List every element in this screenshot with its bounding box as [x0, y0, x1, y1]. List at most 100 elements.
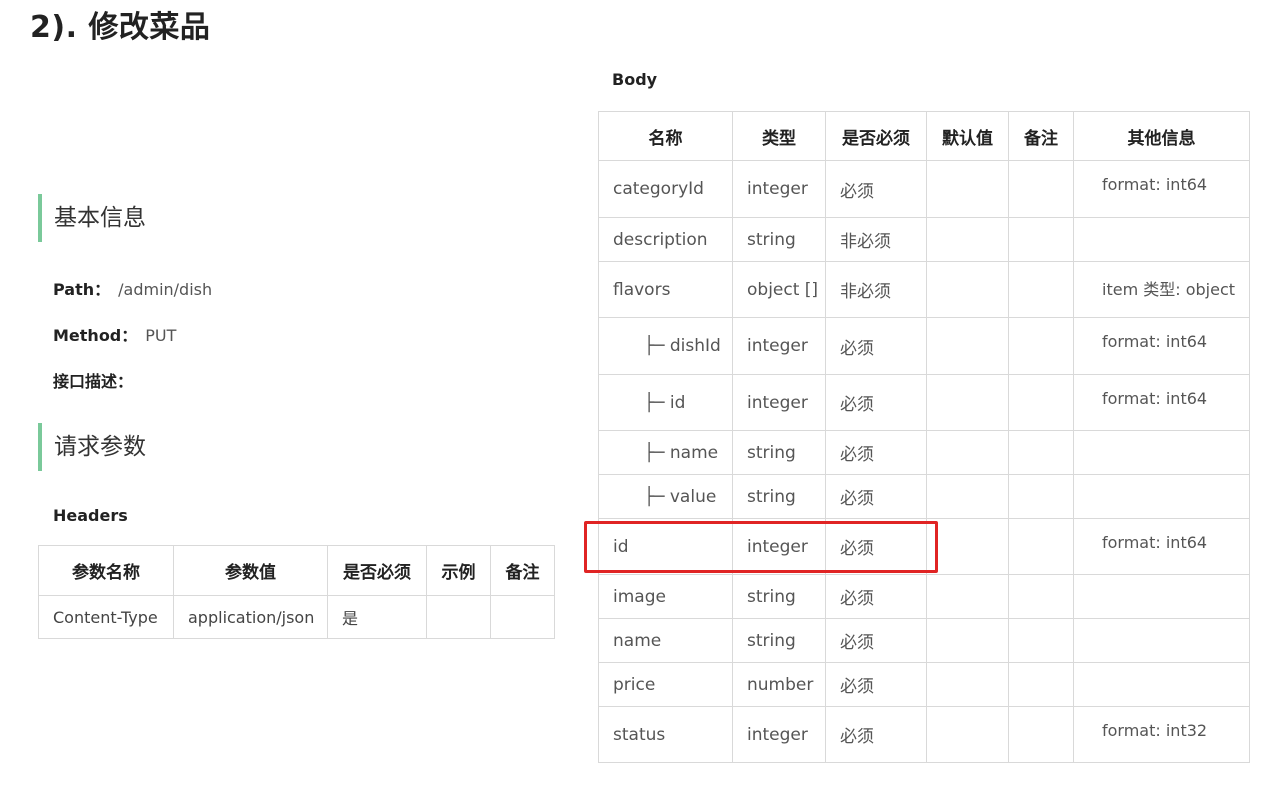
- body-param-default: [926, 518, 1009, 575]
- body-param-required: 非必须: [825, 217, 927, 262]
- path-value: /admin/dish: [118, 280, 213, 299]
- body-param-default: [926, 160, 1009, 218]
- body-param-required: 必须: [825, 474, 927, 519]
- body-param-default: [926, 618, 1009, 663]
- body-param-name: description: [598, 217, 733, 262]
- header-col: 示例: [426, 545, 491, 596]
- body-param-info: format: int32: [1073, 706, 1250, 763]
- body-param-name: price: [598, 662, 733, 707]
- header-param-example: [426, 595, 491, 639]
- body-param-name: ├─ id: [598, 374, 733, 431]
- body-param-type: number: [732, 662, 826, 707]
- body-param-default: [926, 430, 1009, 475]
- body-col: 备注: [1008, 111, 1074, 161]
- body-param-type: string: [732, 618, 826, 663]
- body-param-note: [1008, 518, 1074, 575]
- body-param-type: integer: [732, 374, 826, 431]
- body-param-name: categoryId: [598, 160, 733, 218]
- body-param-type: object []: [732, 261, 826, 318]
- body-title: Body: [612, 70, 658, 89]
- body-param-default: [926, 574, 1009, 619]
- body-param-info: format: int64: [1073, 374, 1250, 431]
- body-param-name: status: [598, 706, 733, 763]
- headers-title: Headers: [53, 506, 128, 525]
- body-param-note: [1008, 474, 1074, 519]
- table-row: categoryId integer 必须 format: int64: [598, 160, 1250, 218]
- body-param-type: integer: [732, 706, 826, 763]
- body-param-note: [1008, 618, 1074, 663]
- section-request-params: 请求参数: [38, 423, 146, 471]
- header-col: 是否必须: [327, 545, 427, 596]
- body-param-type: integer: [732, 160, 826, 218]
- body-param-required: 必须: [825, 160, 927, 218]
- header-param-required: 是: [327, 595, 427, 639]
- body-param-default: [926, 217, 1009, 262]
- body-param-info: [1073, 574, 1250, 619]
- body-param-name: flavors: [598, 261, 733, 318]
- method-label: Method：: [53, 326, 138, 345]
- page-title: 2). 修改菜品: [30, 10, 211, 45]
- body-param-note: [1008, 574, 1074, 619]
- body-param-required: 必须: [825, 662, 927, 707]
- table-row: price number 必须: [598, 662, 1250, 707]
- headers-table-header: 参数名称 参数值 是否必须 示例 备注: [38, 545, 555, 596]
- body-param-type: integer: [732, 518, 826, 575]
- body-param-info: format: int64: [1073, 518, 1250, 575]
- body-param-name: id: [598, 518, 733, 575]
- body-param-note: [1008, 217, 1074, 262]
- table-row: ├─ id integer 必须 format: int64: [598, 374, 1250, 431]
- method-row: Method： PUT: [53, 322, 176, 346]
- section-basic-info: 基本信息: [38, 194, 146, 242]
- body-param-info: [1073, 430, 1250, 475]
- body-param-default: [926, 374, 1009, 431]
- body-param-required: 必须: [825, 618, 927, 663]
- body-param-required: 必须: [825, 374, 927, 431]
- body-param-note: [1008, 430, 1074, 475]
- body-col: 是否必须: [825, 111, 927, 161]
- description-row: 接口描述：: [53, 368, 133, 392]
- table-row: id integer 必须 format: int64: [598, 518, 1250, 575]
- body-param-default: [926, 662, 1009, 707]
- body-table-header: 名称 类型 是否必须 默认值 备注 其他信息: [598, 111, 1250, 161]
- body-param-default: [926, 261, 1009, 318]
- body-table: 名称 类型 是否必须 默认值 备注 其他信息 categoryId intege…: [598, 111, 1250, 763]
- body-param-default: [926, 474, 1009, 519]
- body-param-default: [926, 317, 1009, 375]
- body-param-note: [1008, 662, 1074, 707]
- table-row: ├─ name string 必须: [598, 430, 1250, 475]
- header-col: 参数名称: [38, 545, 174, 596]
- body-param-name: ├─ dishId: [598, 317, 733, 375]
- body-param-info: format: int64: [1073, 160, 1250, 218]
- table-row: status integer 必须 format: int32: [598, 706, 1250, 763]
- body-param-required: 必须: [825, 574, 927, 619]
- body-col: 类型: [732, 111, 826, 161]
- header-param-note: [490, 595, 555, 639]
- header-param-name: Content-Type: [38, 595, 174, 639]
- body-param-name: ├─ name: [598, 430, 733, 475]
- body-param-note: [1008, 317, 1074, 375]
- body-param-info: item 类型: object: [1073, 261, 1250, 318]
- table-row: description string 非必须: [598, 217, 1250, 262]
- table-row: Content-Type application/json 是: [38, 595, 555, 639]
- body-param-info: [1073, 217, 1250, 262]
- header-param-value: application/json: [173, 595, 328, 639]
- body-param-name: ├─ value: [598, 474, 733, 519]
- body-param-type: string: [732, 430, 826, 475]
- description-label: 接口描述：: [53, 372, 134, 391]
- headers-table: 参数名称 参数值 是否必须 示例 备注 Content-Type applica…: [38, 545, 555, 639]
- body-col: 默认值: [926, 111, 1009, 161]
- method-value: PUT: [145, 326, 177, 345]
- header-col: 参数值: [173, 545, 328, 596]
- body-param-note: [1008, 160, 1074, 218]
- body-param-type: string: [732, 574, 826, 619]
- body-param-info: [1073, 662, 1250, 707]
- table-row: flavors object [] 非必须 item 类型: object: [598, 261, 1250, 318]
- body-param-type: string: [732, 217, 826, 262]
- path-label: Path：: [53, 280, 111, 299]
- body-param-name: image: [598, 574, 733, 619]
- body-col: 其他信息: [1073, 111, 1250, 161]
- body-param-name: name: [598, 618, 733, 663]
- body-param-required: 非必须: [825, 261, 927, 318]
- body-param-note: [1008, 706, 1074, 763]
- path-row: Path： /admin/dish: [53, 276, 212, 300]
